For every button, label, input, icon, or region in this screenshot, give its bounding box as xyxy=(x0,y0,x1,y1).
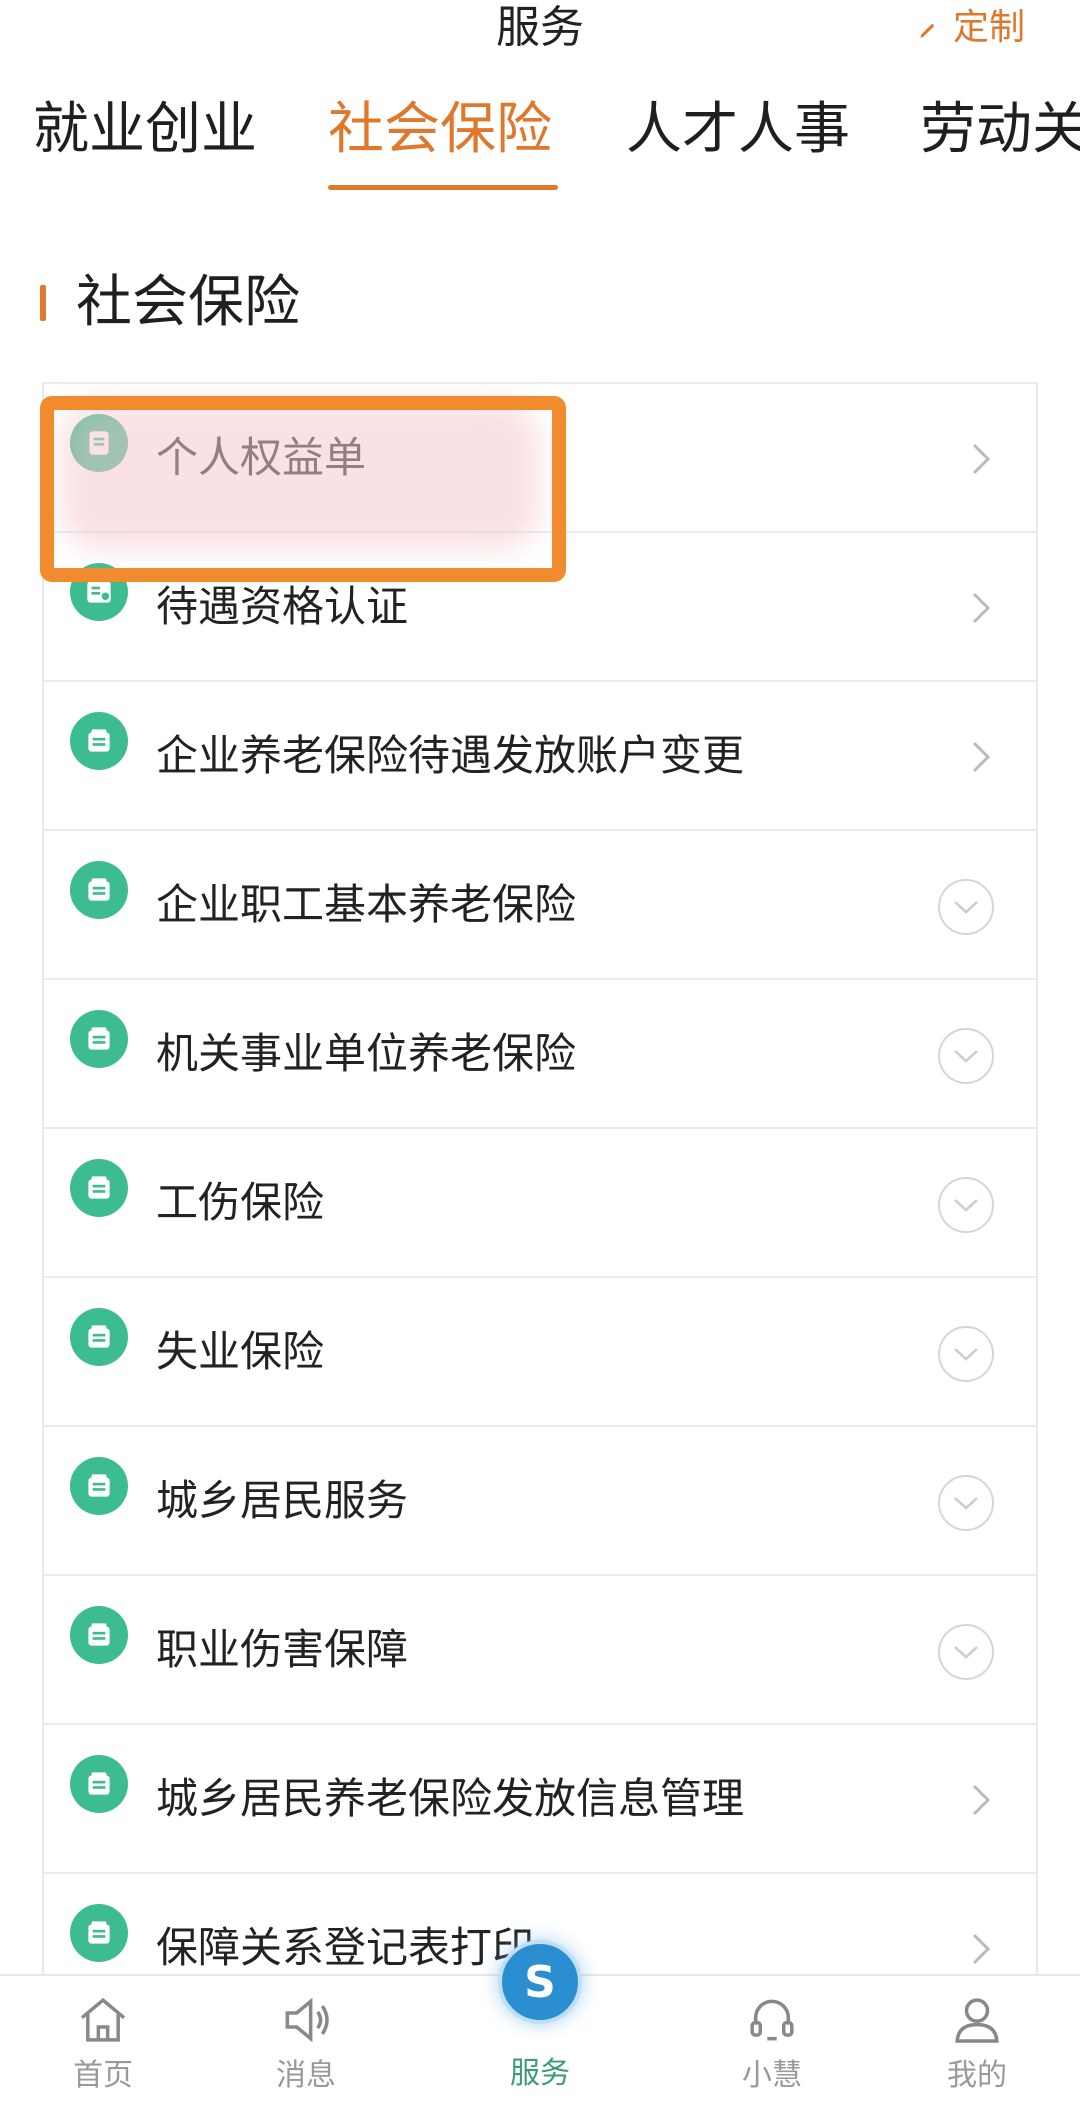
service-list: 个人权益单待遇资格认证企业养老保险待遇发放账户变更企业职工基本养老保险机关事业单… xyxy=(42,382,1038,2023)
home-icon xyxy=(80,1997,126,2042)
user-icon xyxy=(955,1998,999,2043)
service-item-label: 企业养老保险待遇发放账户变更 xyxy=(156,731,745,780)
service-logo-icon: S xyxy=(498,1940,582,2024)
customize-label: 定制 xyxy=(952,7,1025,48)
service-item-label: 失业保险 xyxy=(156,1327,325,1376)
annotation-highlight-box xyxy=(40,396,566,582)
nav-service-label: 服务 xyxy=(510,2056,570,2091)
service-item-label: 待遇资格认证 xyxy=(156,582,409,631)
box-icon xyxy=(70,1904,128,1962)
tab-social-insurance[interactable]: 社会保险 xyxy=(328,90,552,170)
box-icon xyxy=(70,1606,128,1664)
nav-home-label: 首页 xyxy=(73,2058,133,2093)
nav-service[interactable]: S 服务 xyxy=(465,1940,615,2104)
expand-chevron-icon[interactable] xyxy=(938,879,994,935)
service-item-label: 城乡居民养老保险发放信息管理 xyxy=(156,1774,745,1823)
chevron-right-icon xyxy=(964,439,996,479)
service-item-label: 企业职工基本养老保险 xyxy=(156,880,577,929)
section-title: 社会保险 xyxy=(76,270,300,335)
service-item-label: 职业伤害保障 xyxy=(156,1625,409,1674)
headset-icon xyxy=(750,1999,794,2041)
expand-chevron-icon[interactable] xyxy=(938,1028,994,1084)
service-item[interactable]: 职业伤害保障 xyxy=(44,1576,1036,1725)
nav-messages-label: 消息 xyxy=(276,2058,336,2093)
nav-assistant-label: 小慧 xyxy=(742,2058,802,2093)
expand-chevron-icon[interactable] xyxy=(938,1624,994,1680)
top-bar: 服务 定制 xyxy=(0,0,1080,70)
nav-messages[interactable]: 消息 xyxy=(231,1976,381,2104)
service-item[interactable]: 城乡居民服务 xyxy=(44,1427,1036,1576)
expand-chevron-icon[interactable] xyxy=(938,1326,994,1382)
chevron-right-icon xyxy=(964,1780,996,1820)
bottom-nav: 首页 消息 S 服务 小慧 我的 xyxy=(0,1940,1080,2104)
nav-assistant[interactable]: 小慧 xyxy=(697,1976,847,2104)
box-icon xyxy=(70,1308,128,1366)
section-accent-bar xyxy=(40,285,46,321)
service-item[interactable]: 城乡居民养老保险发放信息管理 xyxy=(44,1725,1036,1874)
chevron-right-icon xyxy=(964,1929,996,1969)
box-icon xyxy=(70,1755,128,1813)
tab-labor-relations[interactable]: 劳动关 xyxy=(920,90,1080,170)
pencil-icon xyxy=(920,23,935,38)
tab-talent-personnel[interactable]: 人才人事 xyxy=(626,90,850,170)
box-icon xyxy=(70,712,128,770)
box-icon xyxy=(70,1159,128,1217)
expand-chevron-icon[interactable] xyxy=(938,1177,994,1233)
chevron-right-icon xyxy=(964,737,996,777)
tab-employment[interactable]: 就业创业 xyxy=(33,90,257,170)
active-tab-underline xyxy=(328,185,558,190)
service-item[interactable]: 企业职工基本养老保险 xyxy=(44,831,1036,980)
nav-home[interactable]: 首页 xyxy=(28,1976,178,2104)
customize-button[interactable]: 定制 xyxy=(917,2,1025,54)
service-item[interactable]: 失业保险 xyxy=(44,1278,1036,1427)
box-icon xyxy=(70,1010,128,1068)
service-item[interactable]: 企业养老保险待遇发放账户变更 xyxy=(44,682,1036,831)
section-heading: 社会保险 xyxy=(40,268,300,338)
service-item[interactable]: 机关事业单位养老保险 xyxy=(44,980,1036,1129)
expand-chevron-icon[interactable] xyxy=(938,1475,994,1531)
box-icon xyxy=(70,1457,128,1515)
service-item[interactable]: 工伤保险 xyxy=(44,1129,1036,1278)
box-icon xyxy=(70,861,128,919)
speaker-icon xyxy=(285,1997,329,2043)
service-item-label: 城乡居民服务 xyxy=(156,1476,409,1525)
nav-me-label: 我的 xyxy=(947,2058,1007,2093)
service-item-label: 机关事业单位养老保险 xyxy=(156,1029,577,1078)
category-tabs: 就业创业 社会保险 人才人事 劳动关 xyxy=(0,78,1080,198)
chevron-right-icon xyxy=(964,588,996,628)
service-item-label: 保障关系登记表打印 xyxy=(156,1923,535,1972)
service-item-label: 工伤保险 xyxy=(156,1178,325,1227)
nav-me[interactable]: 我的 xyxy=(902,1976,1052,2104)
